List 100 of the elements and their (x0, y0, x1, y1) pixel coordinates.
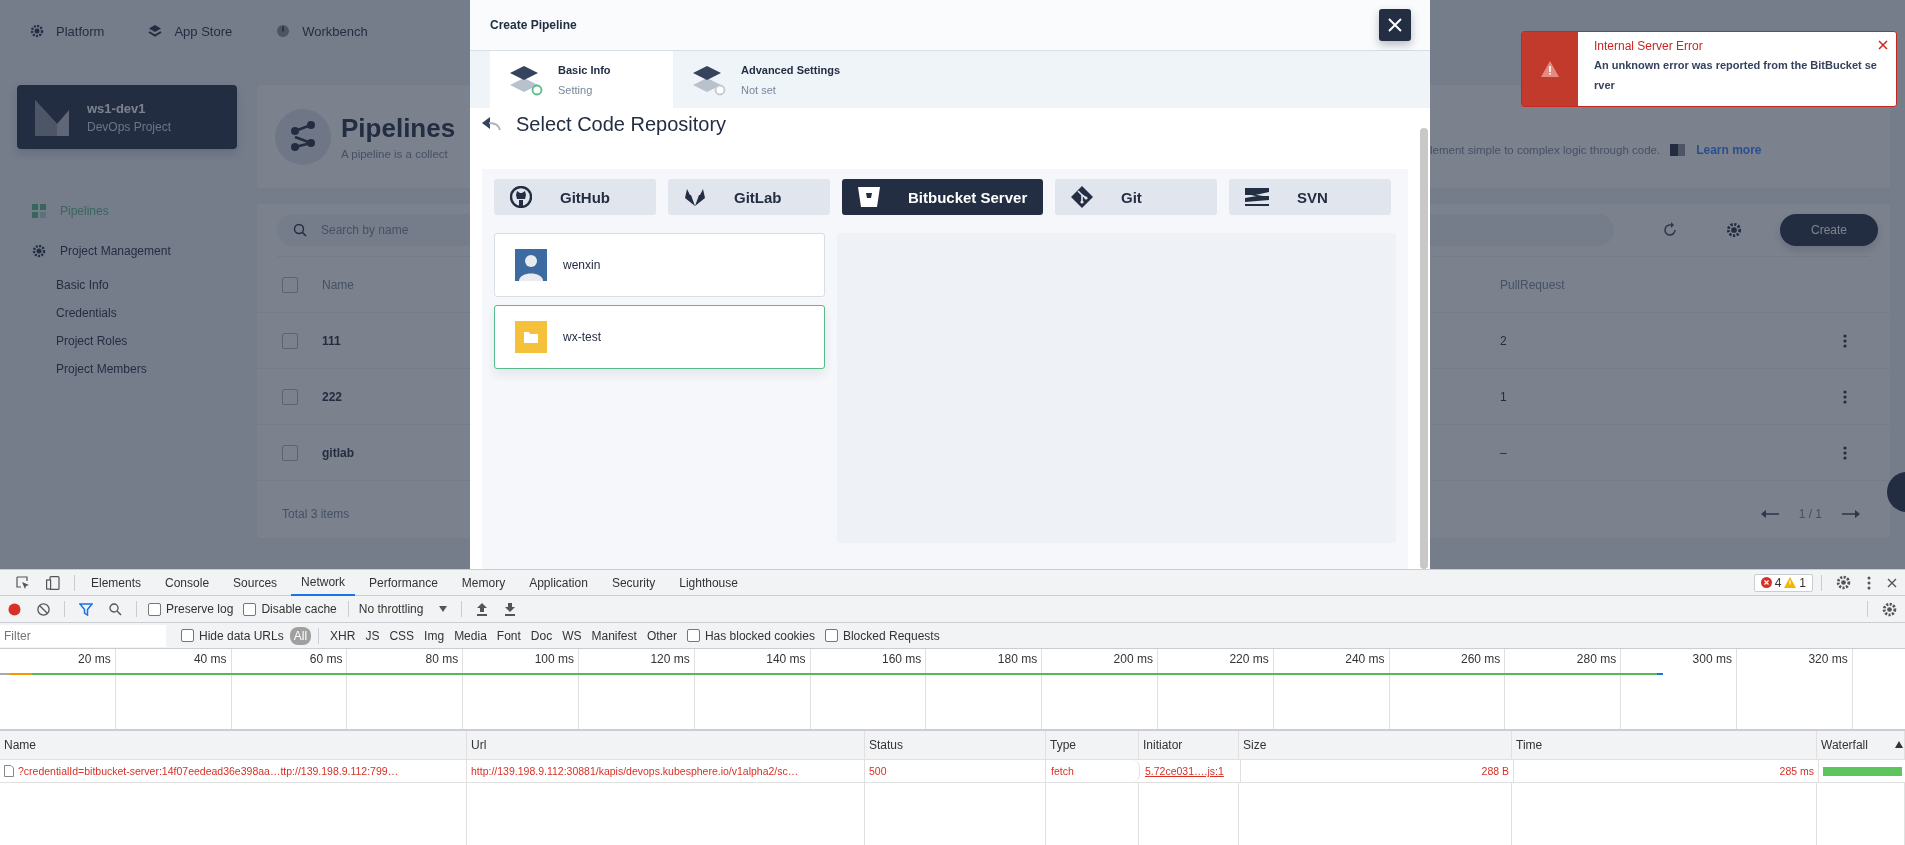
column-header[interactable]: Type (1046, 731, 1139, 759)
checkbox[interactable] (282, 332, 298, 349)
type-filter[interactable]: Manifest (587, 626, 641, 645)
search-icon (293, 223, 307, 237)
clear-icon[interactable] (37, 602, 50, 616)
type-filter[interactable]: CSS (385, 626, 419, 645)
column-header[interactable]: Status (865, 731, 1046, 759)
table-cell: 500 (865, 760, 1046, 782)
devtools-tab[interactable]: Console (155, 569, 220, 596)
pipeline-name[interactable]: 111 (322, 333, 341, 348)
table-cell: fetch (1047, 760, 1140, 782)
more-icon[interactable] (1843, 333, 1847, 348)
devtools-tab[interactable]: Application (519, 569, 598, 596)
scrollbar[interactable] (1420, 128, 1428, 569)
pipeline-name[interactable]: 222 (322, 389, 343, 404)
settings-icon[interactable] (1882, 601, 1897, 617)
more-icon[interactable] (1843, 445, 1847, 460)
download-icon[interactable] (504, 602, 517, 616)
type-filter[interactable]: Doc (526, 626, 557, 645)
step-tab[interactable]: Advanced Settings Not set (673, 51, 856, 108)
more-icon[interactable] (1867, 575, 1871, 590)
time-tick: 120 ms (650, 652, 690, 666)
avatar-icon (515, 249, 547, 281)
table-cell: 288 B (1241, 760, 1514, 782)
checkbox[interactable]: Preserve log (148, 602, 234, 616)
notification-message: An unknown error was reported from the BitBucket server (1594, 58, 1878, 93)
refresh-icon[interactable] (1662, 222, 1678, 238)
type-filter[interactable]: Img (420, 626, 449, 645)
repository-item[interactable]: wx-test (494, 305, 826, 369)
project-card[interactable]: ws1-dev1 DevOps Project (17, 85, 237, 149)
source-button[interactable]: GitLab (668, 179, 830, 215)
back-icon[interactable] (482, 117, 502, 131)
more-icon[interactable] (1843, 389, 1847, 404)
upload-icon[interactable] (476, 602, 489, 616)
time-tick: 100 ms (534, 652, 574, 666)
arrow-right-icon[interactable] (1842, 509, 1860, 519)
close-icon[interactable] (1887, 577, 1897, 588)
table-cell-text: 2 (1500, 333, 1508, 348)
devtools-tab[interactable]: Sources (223, 569, 288, 596)
devtools-tab[interactable]: Memory (451, 569, 516, 596)
search-icon[interactable] (109, 602, 122, 616)
inspect-icon[interactable] (16, 575, 30, 590)
type-filter[interactable]: XHR (326, 626, 360, 645)
cat-icon (510, 186, 532, 208)
source-button[interactable]: Bitbucket Server (842, 179, 1043, 215)
throttling-dropdown[interactable]: No throttling (354, 602, 456, 616)
column-header[interactable]: Initiator (1139, 731, 1239, 759)
source-button[interactable]: Git (1055, 179, 1217, 215)
checkbox[interactable]: Has blocked cookies (686, 628, 815, 643)
filter-icon[interactable] (79, 602, 93, 616)
checkbox[interactable] (282, 388, 298, 405)
filter-field[interactable]: Filter (0, 624, 166, 647)
table-cell: http://139.198.9.112:30881/kapis/devops.kubesphere.io/v1alpha2/sc… (467, 760, 865, 782)
svn-icon (1245, 188, 1269, 206)
type-filter[interactable]: Font (492, 626, 525, 645)
bucket-icon (858, 187, 880, 207)
close-button[interactable] (1379, 9, 1411, 42)
book-icon (1670, 142, 1687, 157)
time-tick: 260 ms (1461, 652, 1501, 666)
source-button[interactable]: GitHub (494, 179, 656, 215)
table-cell-text: – (1500, 445, 1508, 460)
step-tab[interactable]: Basic Info Setting (490, 51, 673, 108)
devtools-tab[interactable]: Lighthouse (669, 569, 748, 596)
pipeline-name[interactable]: gitlab (322, 445, 354, 460)
column-header[interactable]: Url (467, 731, 865, 759)
time-tick: 20 ms (78, 652, 111, 666)
arrow-left-icon[interactable] (1760, 509, 1779, 519)
checkbox[interactable]: Blocked Requests (824, 628, 940, 643)
request-name[interactable]: ?credentialId=bitbucket-server:14f07eedead36e398aa…ttp://139.198.9.112:799… (18, 765, 399, 777)
grid-icon (32, 204, 46, 218)
source-button[interactable]: SVN (1229, 179, 1391, 215)
type-filter[interactable]: Other (642, 626, 681, 645)
record-icon[interactable] (8, 602, 21, 616)
column-header[interactable]: Size (1239, 731, 1512, 759)
checkbox[interactable] (282, 444, 298, 461)
checkbox[interactable]: Disable cache (243, 602, 337, 616)
sort-icon[interactable] (1895, 741, 1903, 748)
time-tick: 140 ms (766, 652, 806, 666)
repository-item[interactable]: wenxin (494, 233, 826, 297)
column-header[interactable]: Time (1512, 731, 1817, 759)
dial-icon (276, 24, 291, 38)
checkbox[interactable]: Hide data URLs (181, 628, 284, 643)
type-filter[interactable]: WS (558, 626, 586, 645)
checkbox[interactable] (282, 276, 298, 293)
close-icon (1387, 17, 1403, 34)
issues-counter[interactable]: 4 1 (1753, 573, 1813, 592)
device-icon[interactable] (46, 575, 60, 590)
time-tick: 320 ms (1808, 652, 1848, 666)
devtools-tab[interactable]: Elements (81, 569, 152, 596)
settings-icon[interactable] (1836, 575, 1851, 590)
settings-icon[interactable] (1726, 222, 1742, 238)
devtools-tab[interactable]: Security (601, 569, 666, 596)
close-icon[interactable] (1878, 40, 1888, 50)
type-filter[interactable]: JS (361, 626, 384, 645)
layers-icon (148, 24, 163, 38)
devtools-tab[interactable]: Performance (359, 569, 448, 596)
time-tick: 280 ms (1576, 652, 1617, 666)
type-filter[interactable]: Media (450, 626, 491, 645)
column-header[interactable]: Name (0, 731, 467, 759)
create-button[interactable]: Create (1780, 214, 1878, 246)
